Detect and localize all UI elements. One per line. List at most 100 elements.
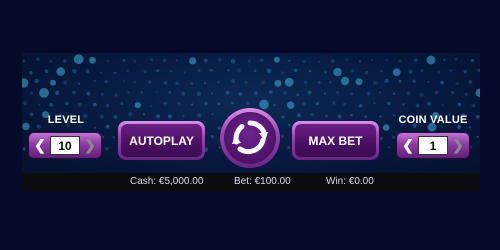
bokeh-dot bbox=[99, 71, 102, 74]
bokeh-dot bbox=[281, 115, 285, 119]
bokeh-dot bbox=[183, 71, 186, 74]
bokeh-dot bbox=[385, 58, 389, 62]
bokeh-dot bbox=[315, 102, 319, 106]
bokeh-dot bbox=[332, 101, 336, 105]
level-decrease-button[interactable]: ❮ bbox=[31, 135, 49, 156]
autoplay-button[interactable]: AUTOPLAY bbox=[118, 121, 205, 160]
bokeh-dot bbox=[414, 58, 418, 63]
coin-value-label: COIN VALUE bbox=[398, 114, 468, 126]
bokeh-dot bbox=[273, 56, 280, 63]
bokeh-dot bbox=[366, 91, 371, 96]
bet-display: Bet: €100.00 bbox=[234, 176, 291, 187]
bokeh-dot bbox=[89, 56, 96, 64]
bokeh-dot bbox=[325, 114, 328, 118]
bokeh-dot bbox=[30, 91, 34, 95]
bokeh-dot bbox=[140, 91, 143, 94]
bokeh-dot bbox=[464, 92, 469, 97]
bokeh-dot bbox=[163, 81, 168, 85]
bokeh-dot bbox=[182, 114, 185, 118]
bokeh-dot bbox=[427, 80, 430, 83]
bokeh-dot bbox=[63, 81, 67, 85]
bokeh-dot bbox=[148, 80, 152, 84]
spin-button-face bbox=[224, 112, 276, 164]
bokeh-dot bbox=[372, 80, 377, 85]
bokeh-dot bbox=[22, 147, 26, 151]
bokeh-dot bbox=[269, 90, 273, 94]
bokeh-dot bbox=[127, 91, 130, 94]
coin-value-increase-button[interactable]: ❯ bbox=[449, 135, 467, 156]
bokeh-dot bbox=[78, 82, 81, 85]
bokeh-dot bbox=[190, 82, 194, 86]
bokeh-dot bbox=[150, 104, 153, 107]
bokeh-dot bbox=[398, 59, 402, 63]
bokeh-dot bbox=[402, 103, 405, 106]
coin-value-value: 1 bbox=[418, 136, 448, 155]
bokeh-dot bbox=[34, 78, 39, 84]
bokeh-dot bbox=[335, 90, 340, 95]
bokeh-dot bbox=[471, 103, 476, 108]
bokeh-dot bbox=[227, 69, 230, 72]
bokeh-dot bbox=[113, 114, 118, 120]
bokeh-dot bbox=[112, 136, 115, 139]
bokeh-dot bbox=[419, 92, 424, 97]
bokeh-dot bbox=[170, 70, 173, 73]
bokeh-dot bbox=[281, 71, 284, 75]
bokeh-dot bbox=[454, 57, 458, 61]
level-increase-button[interactable]: ❯ bbox=[81, 135, 99, 156]
bokeh-dot bbox=[392, 135, 395, 139]
bokeh-dot bbox=[330, 59, 335, 64]
bokeh-dot bbox=[259, 99, 269, 110]
bokeh-dot bbox=[455, 81, 460, 86]
spin-button[interactable] bbox=[220, 108, 280, 168]
bokeh-dot bbox=[38, 103, 41, 106]
bokeh-dot bbox=[333, 67, 342, 77]
bokeh-dot bbox=[175, 59, 178, 62]
bokeh-dot bbox=[177, 102, 181, 105]
bokeh-dot bbox=[104, 80, 108, 84]
cash-display: Cash: €5,000.00 bbox=[130, 176, 204, 187]
bokeh-dot bbox=[343, 102, 347, 106]
level-label: LEVEL bbox=[47, 114, 85, 126]
bokeh-dot bbox=[302, 60, 306, 64]
bokeh-dot bbox=[426, 101, 431, 106]
bokeh-dot bbox=[308, 69, 312, 73]
bokeh-dot bbox=[324, 71, 327, 74]
bokeh-dot bbox=[398, 79, 402, 83]
bokeh-dot bbox=[283, 90, 287, 95]
bokeh-dot bbox=[93, 79, 96, 83]
bokeh-dot bbox=[72, 69, 77, 74]
spin-arrows-icon bbox=[232, 120, 268, 155]
bokeh-dot bbox=[406, 91, 411, 96]
bokeh-dot bbox=[85, 69, 90, 74]
bokeh-dot bbox=[284, 77, 294, 87]
bokeh-dot bbox=[384, 79, 389, 83]
max-bet-button[interactable]: MAX BET bbox=[292, 121, 379, 160]
bokeh-dot bbox=[355, 78, 363, 86]
bokeh-dot bbox=[392, 92, 396, 96]
coin-value-decrease-button[interactable]: ❮ bbox=[399, 135, 417, 156]
bokeh-dot bbox=[412, 79, 416, 83]
bokeh-dot bbox=[56, 67, 65, 76]
win-display: Win: €0.00 bbox=[326, 176, 374, 187]
bokeh-dot bbox=[477, 68, 480, 72]
bokeh-dot bbox=[468, 126, 472, 129]
bokeh-dot bbox=[50, 60, 53, 63]
bokeh-dot bbox=[72, 90, 76, 95]
bokeh-dot bbox=[197, 113, 202, 118]
bokeh-dot bbox=[217, 57, 222, 62]
bokeh-dot bbox=[122, 58, 126, 62]
bokeh-dot bbox=[77, 102, 82, 107]
bokeh-dot bbox=[167, 114, 173, 119]
bokeh-dot bbox=[274, 79, 282, 87]
bokeh-dot bbox=[105, 124, 110, 129]
bokeh-dot bbox=[307, 90, 312, 95]
bokeh-dot bbox=[44, 69, 49, 73]
bokeh-dot bbox=[392, 68, 401, 77]
bokeh-dot bbox=[475, 114, 480, 119]
bokeh-dot bbox=[358, 104, 363, 108]
bokeh-dot bbox=[133, 80, 136, 84]
bokeh-dot bbox=[443, 58, 446, 61]
bokeh-dot bbox=[441, 104, 444, 107]
bokeh-dot bbox=[247, 59, 252, 63]
bokeh-dot bbox=[63, 59, 67, 63]
